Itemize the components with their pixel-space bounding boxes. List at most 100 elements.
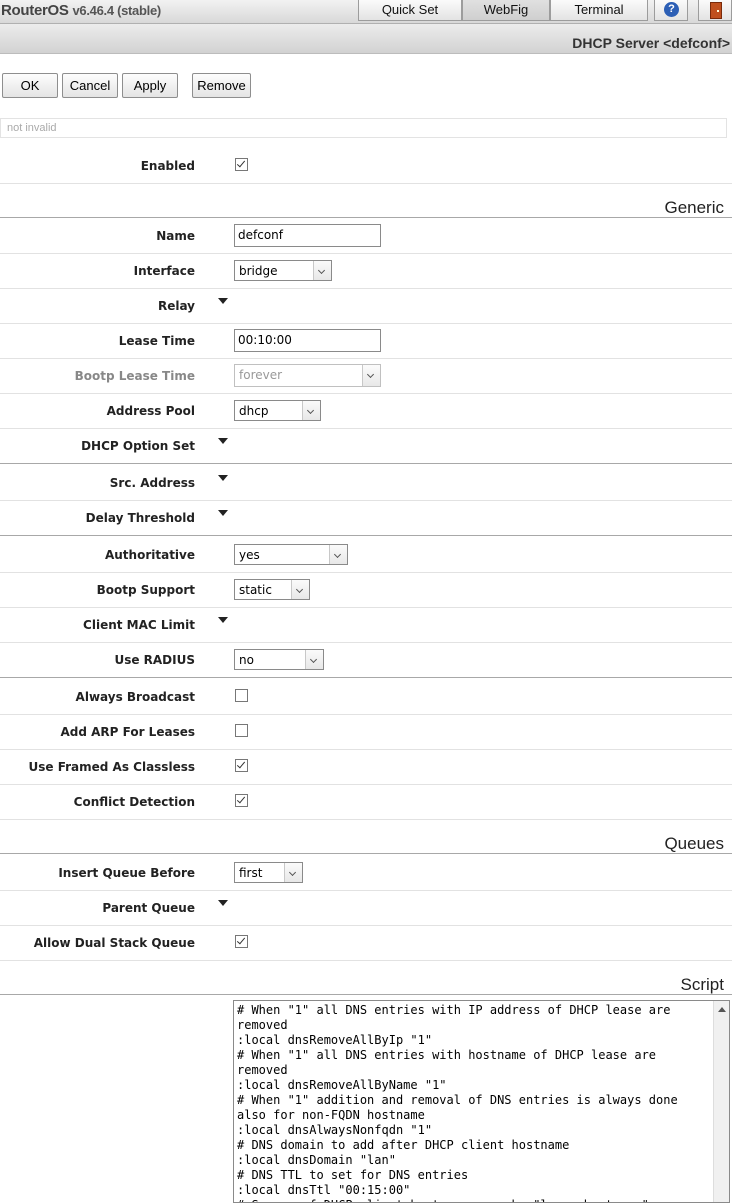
row-insert-queue-before: Insert Queue Before first — [0, 855, 732, 891]
tab-quick-set[interactable]: Quick Set — [358, 0, 462, 21]
tab-webfig[interactable]: WebFig — [462, 0, 550, 21]
expand-triangle-icon[interactable] — [218, 900, 228, 906]
use-framed-label: Use Framed As Classless — [28, 760, 195, 774]
page-title: DHCP Server <defconf> — [572, 35, 730, 51]
authoritative-select[interactable]: yes — [234, 544, 348, 565]
conflict-detection-label: Conflict Detection — [73, 795, 195, 809]
remove-button[interactable]: Remove — [192, 73, 251, 98]
section-script: Script — [0, 960, 732, 995]
row-enabled: Enabled — [0, 148, 732, 184]
row-use-framed: Use Framed As Classless — [0, 749, 732, 785]
brand: RouterOS v6.46.4 (stable) — [1, 2, 161, 19]
client-mac-limit-label: Client MAC Limit — [83, 618, 195, 632]
delay-threshold-label: Delay Threshold — [85, 511, 195, 525]
expand-triangle-icon[interactable] — [218, 438, 228, 444]
row-client-mac-limit: Client MAC Limit — [0, 607, 732, 643]
chevron-down-icon — [329, 545, 347, 564]
lease-time-label: Lease Time — [118, 334, 195, 348]
always-broadcast-label: Always Broadcast — [75, 690, 195, 704]
allow-dual-stack-checkbox[interactable] — [235, 935, 248, 948]
bootp-lease-time-value: forever — [239, 368, 283, 382]
status-bar: not invalid — [0, 118, 727, 138]
use-radius-select[interactable]: no — [234, 649, 324, 670]
row-conflict-detection: Conflict Detection — [0, 784, 732, 820]
row-relay: Relay — [0, 288, 732, 324]
address-pool-value: dhcp — [239, 404, 269, 418]
row-use-radius: Use RADIUS no — [0, 642, 732, 678]
enabled-label: Enabled — [140, 159, 195, 173]
chevron-down-icon — [362, 365, 380, 386]
status-text: not invalid — [7, 122, 57, 134]
address-pool-label: Address Pool — [106, 404, 195, 418]
insert-queue-before-value: first — [239, 866, 263, 880]
question-icon: ? — [664, 2, 679, 17]
row-address-pool: Address Pool dhcp — [0, 393, 732, 429]
row-dhcp-option-set: DHCP Option Set — [0, 428, 732, 464]
insert-queue-before-label: Insert Queue Before — [58, 866, 195, 880]
chevron-down-icon — [291, 580, 309, 599]
always-broadcast-checkbox[interactable] — [235, 689, 248, 702]
row-allow-dual-stack: Allow Dual Stack Queue — [0, 925, 732, 961]
expand-triangle-icon[interactable] — [218, 617, 228, 623]
enabled-checkbox[interactable] — [235, 158, 248, 171]
section-script-title: Script — [680, 975, 724, 994]
logout-button[interactable] — [698, 0, 732, 21]
relay-label: Relay — [157, 299, 195, 313]
expand-triangle-icon[interactable] — [218, 475, 228, 481]
bootp-support-select[interactable]: static — [234, 579, 310, 600]
top-bar: RouterOS v6.46.4 (stable) Quick Set WebF… — [0, 0, 732, 24]
src-address-label: Src. Address — [109, 476, 195, 490]
bootp-lease-time-select: forever — [234, 364, 381, 387]
row-authoritative: Authoritative yes — [0, 537, 732, 573]
insert-queue-before-select[interactable]: first — [234, 862, 303, 883]
row-src-address: Src. Address — [0, 465, 732, 501]
allow-dual-stack-label: Allow Dual Stack Queue — [33, 936, 195, 950]
row-parent-queue: Parent Queue — [0, 890, 732, 926]
expand-triangle-icon[interactable] — [218, 298, 228, 304]
help-button[interactable]: ? — [654, 0, 688, 21]
authoritative-value: yes — [239, 548, 260, 562]
row-interface: Interface bridge — [0, 253, 732, 289]
brand-name: RouterOS — [1, 2, 69, 19]
bootp-lease-time-label: Bootp Lease Time — [74, 369, 195, 383]
use-radius-value: no — [239, 653, 254, 667]
scrollbar[interactable] — [713, 1001, 729, 1202]
use-framed-checkbox[interactable] — [235, 759, 248, 772]
authoritative-label: Authoritative — [104, 548, 195, 562]
row-bootp-lease-time: Bootp Lease Time forever — [0, 358, 732, 394]
interface-label: Interface — [133, 264, 195, 278]
row-add-arp: Add ARP For Leases — [0, 714, 732, 750]
interface-select[interactable]: bridge — [234, 260, 332, 281]
row-always-broadcast: Always Broadcast — [0, 679, 732, 715]
door-icon — [710, 2, 722, 19]
chevron-down-icon — [302, 401, 320, 420]
chevron-down-icon — [313, 261, 331, 280]
chevron-down-icon — [305, 650, 323, 669]
row-bootp-support: Bootp Support static — [0, 572, 732, 608]
cancel-button[interactable]: Cancel — [62, 73, 118, 98]
add-arp-checkbox[interactable] — [235, 724, 248, 737]
conflict-detection-checkbox[interactable] — [235, 794, 248, 807]
lease-time-input[interactable]: 00:10:00 — [234, 329, 381, 352]
expand-triangle-icon[interactable] — [218, 510, 228, 516]
ok-button[interactable]: OK — [2, 73, 58, 98]
apply-button[interactable]: Apply — [122, 73, 178, 98]
tab-terminal[interactable]: Terminal — [550, 0, 648, 21]
version: v6.46.4 (stable) — [72, 3, 161, 18]
add-arp-label: Add ARP For Leases — [60, 725, 195, 739]
section-queues: Queues — [0, 819, 732, 854]
address-pool-select[interactable]: dhcp — [234, 400, 321, 421]
script-text: # When "1" all DNS entries with IP addre… — [237, 1003, 678, 1202]
parent-queue-label: Parent Queue — [102, 901, 195, 915]
chevron-down-icon — [284, 863, 302, 882]
name-label: Name — [156, 229, 195, 243]
name-input[interactable]: defconf — [234, 224, 381, 247]
section-generic: Generic — [0, 183, 732, 218]
section-generic-title: Generic — [664, 198, 724, 217]
interface-value: bridge — [239, 264, 278, 278]
bootp-support-value: static — [239, 583, 272, 597]
script-textarea[interactable]: # When "1" all DNS entries with IP addre… — [233, 1000, 730, 1203]
section-queues-title: Queues — [664, 834, 724, 853]
row-lease-time: Lease Time 00:10:00 — [0, 323, 732, 359]
row-delay-threshold: Delay Threshold — [0, 500, 732, 536]
